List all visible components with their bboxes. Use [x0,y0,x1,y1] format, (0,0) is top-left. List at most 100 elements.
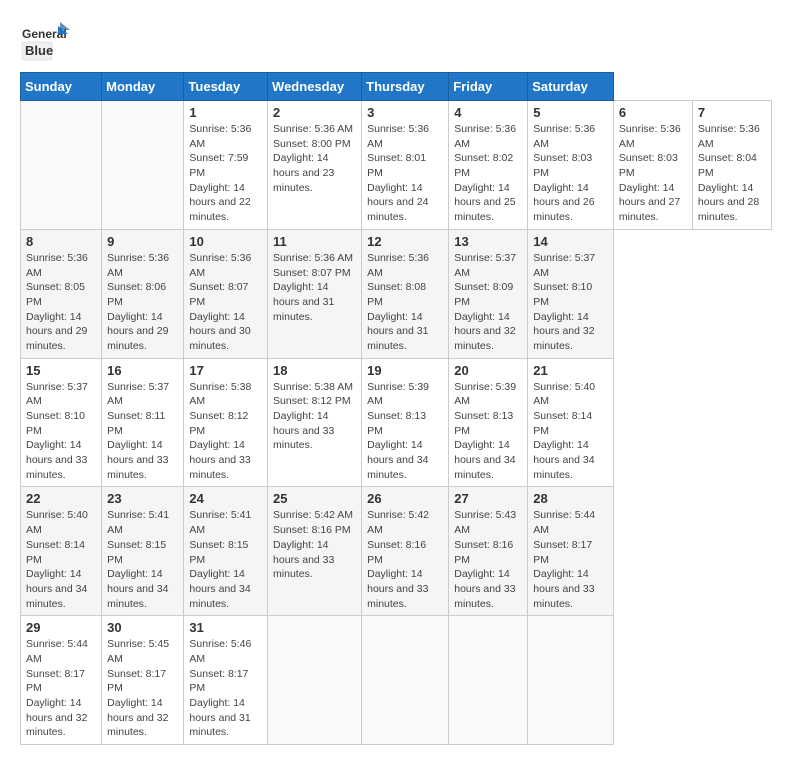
day-info: Sunrise: 5:36 AMSunset: 8:08 PMDaylight:… [367,251,443,354]
calendar-cell: 27 Sunrise: 5:43 AMSunset: 8:16 PMDayligh… [449,487,528,616]
calendar-table: SundayMondayTuesdayWednesdayThursdayFrid… [20,72,772,745]
day-number: 25 [273,491,356,506]
day-number: 7 [698,105,766,120]
day-info: Sunrise: 5:36 AMSunset: 8:03 PMDaylight:… [533,122,608,225]
day-number: 4 [454,105,522,120]
logo-container: Blue General [20,20,70,62]
day-info: Sunrise: 5:44 AMSunset: 8:17 PMDaylight:… [533,508,608,611]
calendar-body: 1 Sunrise: 5:36 AMSunset: 7:59 PMDaylight… [21,101,772,745]
day-number: 21 [533,363,608,378]
day-info: Sunrise: 5:36 AMSunset: 8:02 PMDaylight:… [454,122,522,225]
page-header: Blue General [20,20,772,62]
calendar-cell [102,101,184,230]
day-number: 30 [107,620,178,635]
calendar-cell: 25 Sunrise: 5:42 AMSunset: 8:16 PMDayligh… [268,487,362,616]
day-number: 19 [367,363,443,378]
calendar-cell: 6Sunrise: 5:36 AMSunset: 8:03 PMDaylight… [613,101,692,230]
day-number: 3 [367,105,443,120]
day-info: Sunrise: 5:36 AMSunset: 8:04 PMDaylight:… [698,122,766,225]
calendar-cell: 4 Sunrise: 5:36 AMSunset: 8:02 PMDaylight… [449,101,528,230]
day-info: Sunrise: 5:37 AMSunset: 8:10 PMDaylight:… [26,380,96,483]
day-info: Sunrise: 5:38 AMSunset: 8:12 PMDaylight:… [189,380,262,483]
calendar-week-4: 22 Sunrise: 5:40 AMSunset: 8:14 PMDayligh… [21,487,772,616]
logo-icon: Blue General [20,20,70,62]
day-info: Sunrise: 5:46 AMSunset: 8:17 PMDaylight:… [189,637,262,740]
calendar-cell [362,616,449,745]
calendar-cell: 19Sunrise: 5:39 AMSunset: 8:13 PMDayligh… [362,358,449,487]
day-number: 1 [189,105,262,120]
day-number: 2 [273,105,356,120]
weekday-header-tuesday: Tuesday [184,73,268,101]
day-info: Sunrise: 5:42 AMSunset: 8:16 PMDaylight:… [273,508,356,581]
day-info: Sunrise: 5:36 AMSunset: 8:00 PMDaylight:… [273,122,356,195]
calendar-cell: 17 Sunrise: 5:38 AMSunset: 8:12 PMDayligh… [184,358,268,487]
calendar-cell: 15 Sunrise: 5:37 AMSunset: 8:10 PMDayligh… [21,358,102,487]
day-info: Sunrise: 5:42 AMSunset: 8:16 PMDaylight:… [367,508,443,611]
calendar-cell: 24Sunrise: 5:41 AMSunset: 8:15 PMDayligh… [184,487,268,616]
day-info: Sunrise: 5:36 AMSunset: 8:06 PMDaylight:… [107,251,178,354]
day-number: 14 [533,234,608,249]
day-number: 20 [454,363,522,378]
day-info: Sunrise: 5:37 AMSunset: 8:09 PMDaylight:… [454,251,522,354]
day-number: 17 [189,363,262,378]
day-number: 23 [107,491,178,506]
calendar-cell: 10Sunrise: 5:36 AMSunset: 8:07 PMDayligh… [184,229,268,358]
day-info: Sunrise: 5:36 AMSunset: 8:01 PMDaylight:… [367,122,443,225]
day-info: Sunrise: 5:37 AMSunset: 8:10 PMDaylight:… [533,251,608,354]
day-info: Sunrise: 5:45 AMSunset: 8:17 PMDaylight:… [107,637,178,740]
day-number: 6 [619,105,687,120]
weekday-header-saturday: Saturday [528,73,614,101]
weekday-header-friday: Friday [449,73,528,101]
day-info: Sunrise: 5:40 AMSunset: 8:14 PMDaylight:… [26,508,96,611]
calendar-cell: 2 Sunrise: 5:36 AMSunset: 8:00 PMDaylight… [268,101,362,230]
day-number: 8 [26,234,96,249]
calendar-cell: 12 Sunrise: 5:36 AMSunset: 8:08 PMDayligh… [362,229,449,358]
day-info: Sunrise: 5:44 AMSunset: 8:17 PMDaylight:… [26,637,96,740]
calendar-cell: 13 Sunrise: 5:37 AMSunset: 8:09 PMDayligh… [449,229,528,358]
calendar-cell: 21Sunrise: 5:40 AMSunset: 8:14 PMDayligh… [528,358,614,487]
calendar-cell: 1 Sunrise: 5:36 AMSunset: 7:59 PMDaylight… [184,101,268,230]
weekday-header-thursday: Thursday [362,73,449,101]
calendar-cell: 14 Sunrise: 5:37 AMSunset: 8:10 PMDayligh… [528,229,614,358]
calendar-week-5: 29 Sunrise: 5:44 AMSunset: 8:17 PMDayligh… [21,616,772,745]
calendar-week-2: 8Sunrise: 5:36 AMSunset: 8:05 PMDaylight… [21,229,772,358]
calendar-cell [528,616,614,745]
calendar-cell: 31 Sunrise: 5:46 AMSunset: 8:17 PMDayligh… [184,616,268,745]
logo: Blue General [20,20,70,62]
calendar-cell: 29 Sunrise: 5:44 AMSunset: 8:17 PMDayligh… [21,616,102,745]
day-number: 13 [454,234,522,249]
day-number: 5 [533,105,608,120]
weekday-header-sunday: Sunday [21,73,102,101]
day-info: Sunrise: 5:43 AMSunset: 8:16 PMDaylight:… [454,508,522,611]
calendar-week-1: 1 Sunrise: 5:36 AMSunset: 7:59 PMDaylight… [21,101,772,230]
day-number: 29 [26,620,96,635]
day-number: 26 [367,491,443,506]
day-number: 12 [367,234,443,249]
calendar-week-3: 15 Sunrise: 5:37 AMSunset: 8:10 PMDayligh… [21,358,772,487]
day-info: Sunrise: 5:36 AMSunset: 8:07 PMDaylight:… [189,251,262,354]
calendar-cell: 20 Sunrise: 5:39 AMSunset: 8:13 PMDayligh… [449,358,528,487]
calendar-cell: 22 Sunrise: 5:40 AMSunset: 8:14 PMDayligh… [21,487,102,616]
day-number: 18 [273,363,356,378]
day-info: Sunrise: 5:36 AMSunset: 7:59 PMDaylight:… [189,122,262,225]
calendar-cell: 3 Sunrise: 5:36 AMSunset: 8:01 PMDaylight… [362,101,449,230]
calendar-cell [449,616,528,745]
day-number: 9 [107,234,178,249]
day-info: Sunrise: 5:38 AMSunset: 8:12 PMDaylight:… [273,380,356,453]
day-number: 27 [454,491,522,506]
day-info: Sunrise: 5:39 AMSunset: 8:13 PMDaylight:… [454,380,522,483]
day-number: 31 [189,620,262,635]
day-number: 22 [26,491,96,506]
calendar-cell [268,616,362,745]
day-info: Sunrise: 5:41 AMSunset: 8:15 PMDaylight:… [107,508,178,611]
calendar-cell: 23 Sunrise: 5:41 AMSunset: 8:15 PMDayligh… [102,487,184,616]
day-number: 15 [26,363,96,378]
day-info: Sunrise: 5:37 AMSunset: 8:11 PMDaylight:… [107,380,178,483]
day-info: Sunrise: 5:36 AMSunset: 8:07 PMDaylight:… [273,251,356,324]
weekday-header-wednesday: Wednesday [268,73,362,101]
calendar-cell: 26 Sunrise: 5:42 AMSunset: 8:16 PMDayligh… [362,487,449,616]
calendar-cell: 5 Sunrise: 5:36 AMSunset: 8:03 PMDaylight… [528,101,614,230]
weekday-header-monday: Monday [102,73,184,101]
day-number: 28 [533,491,608,506]
calendar-cell: 30 Sunrise: 5:45 AMSunset: 8:17 PMDayligh… [102,616,184,745]
